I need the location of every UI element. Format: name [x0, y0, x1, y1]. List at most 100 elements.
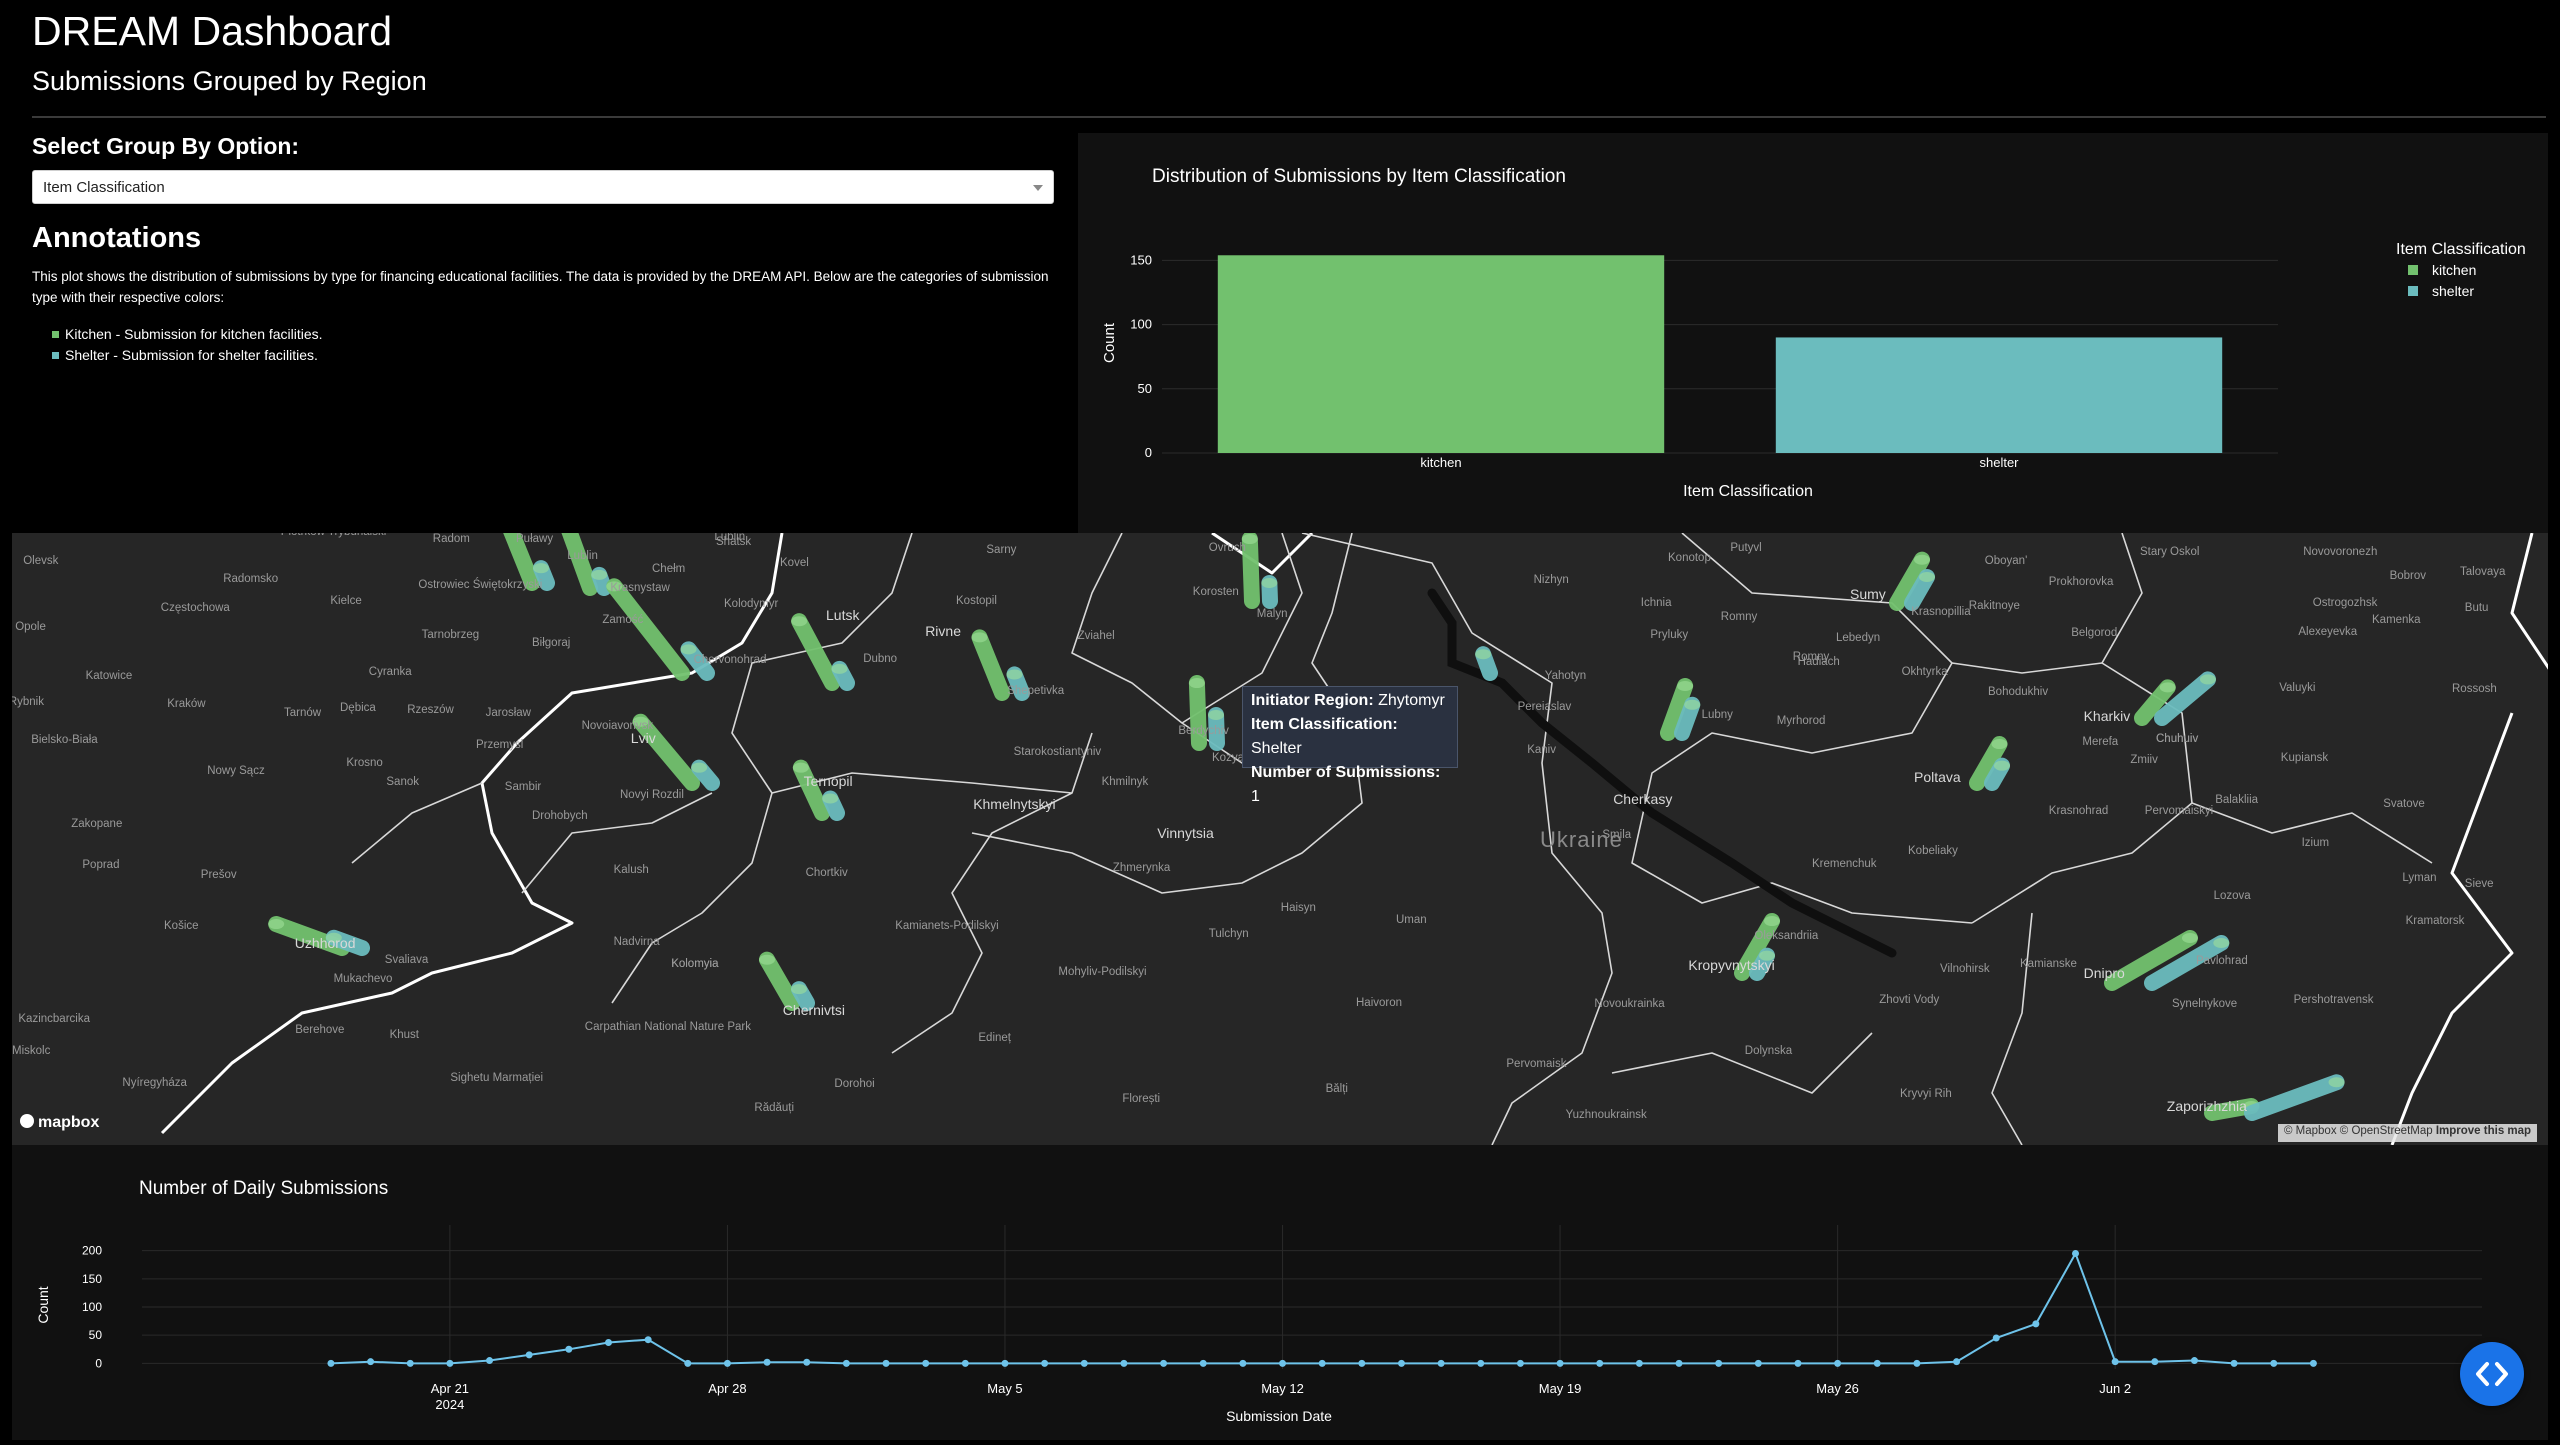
line-point[interactable]: [1080, 1359, 1088, 1367]
line-point[interactable]: [1992, 1334, 2000, 1342]
map-place-label: Novoukrainka: [1594, 998, 1665, 1011]
map-place-label: Biłgoraj: [532, 636, 571, 649]
map-place-label: Kazincbarcika: [18, 1012, 90, 1025]
line-point[interactable]: [604, 1339, 612, 1347]
shelter-column-cap: [822, 793, 839, 804]
line-point[interactable]: [1556, 1359, 1564, 1367]
map-place-label: Yahotyn: [1544, 670, 1587, 683]
line-point[interactable]: [1873, 1359, 1881, 1367]
map-place-label: Lebedyn: [1836, 632, 1881, 644]
line-point[interactable]: [1635, 1359, 1643, 1367]
map-place-label: Nadvirna: [613, 936, 660, 948]
map-place-label: Svaliava: [384, 953, 429, 966]
line-point[interactable]: [842, 1359, 850, 1367]
map-place-label: Yuzhnoukrainsk: [1565, 1108, 1647, 1121]
line-point[interactable]: [2190, 1357, 2198, 1365]
line-point[interactable]: [1318, 1359, 1326, 1367]
line-point[interactable]: [1953, 1358, 1961, 1366]
map-city-label: Chernivtsi: [782, 1002, 846, 1019]
kitchen-column[interactable]: [1241, 533, 1260, 609]
map-place-label: Zmiiv: [2130, 753, 2158, 766]
line-point[interactable]: [1477, 1359, 1485, 1367]
line-point[interactable]: [446, 1359, 454, 1367]
line-point[interactable]: [1675, 1359, 1683, 1367]
line-point[interactable]: [684, 1359, 692, 1367]
line-point[interactable]: [1913, 1359, 1921, 1367]
map-place-label: Florești: [1122, 1092, 1161, 1105]
line-point[interactable]: [1834, 1359, 1842, 1367]
line-point[interactable]: [406, 1359, 414, 1367]
map-canvas[interactable]: [12, 533, 2548, 1145]
line-point[interactable]: [2111, 1358, 2119, 1366]
line-point[interactable]: [1120, 1359, 1128, 1367]
attribution-text[interactable]: © Mapbox © OpenStreetMap: [2284, 1125, 2433, 1137]
line-point[interactable]: [882, 1359, 890, 1367]
line-point[interactable]: [486, 1357, 494, 1365]
map-place-label: Kramatorsk: [2405, 915, 2465, 928]
map-place-label: Merefa: [2082, 736, 2119, 748]
line-point[interactable]: [1239, 1359, 1247, 1367]
line-point[interactable]: [2309, 1359, 2317, 1367]
line-point[interactable]: [1596, 1359, 1604, 1367]
map-place-label: Dolynska: [1744, 1044, 1793, 1057]
line-point[interactable]: [1358, 1359, 1366, 1367]
bar-kitchen[interactable]: [1217, 255, 1665, 453]
line-point[interactable]: [1437, 1359, 1445, 1367]
legend-label-kitchen[interactable]: kitchen: [2432, 262, 2476, 278]
map-city-label: Sumy: [1850, 586, 1886, 603]
legend-swatch-kitchen[interactable]: [2408, 265, 2418, 275]
map-place-label: Kielce: [330, 595, 362, 608]
line-point[interactable]: [1715, 1359, 1723, 1367]
annotation-item-kitchen: Kitchen - Submission for kitchen facilit…: [52, 324, 323, 345]
map-place-label: Butu: [2464, 601, 2489, 614]
line-point[interactable]: [2230, 1359, 2238, 1367]
line-point[interactable]: [1041, 1359, 1049, 1367]
shelter-column-cap: [831, 663, 848, 674]
line-point[interactable]: [1279, 1359, 1287, 1367]
kitchen-column-cap: [1764, 916, 1780, 927]
line-point[interactable]: [2032, 1320, 2040, 1328]
line-point[interactable]: [1754, 1359, 1762, 1367]
line-point[interactable]: [2270, 1359, 2278, 1367]
map-place-label: Sambir: [504, 780, 542, 793]
map-place-label: Khust: [389, 1028, 420, 1041]
map-city-label: Poltava: [1914, 768, 1961, 785]
line-point[interactable]: [525, 1351, 533, 1359]
group-by-dropdown[interactable]: Item Classification: [32, 170, 1054, 204]
map-place-label: Pryluky: [1650, 628, 1689, 641]
line-point[interactable]: [1199, 1359, 1207, 1367]
line-point[interactable]: [565, 1345, 573, 1353]
line-point[interactable]: [961, 1359, 969, 1367]
line-point[interactable]: [922, 1359, 930, 1367]
mapbox-logo[interactable]: mapbox: [20, 1113, 99, 1132]
map-place-label: Bielsko-Biała: [31, 734, 98, 747]
line-point[interactable]: [803, 1358, 811, 1366]
map-place-label: Ostrowiec Świętokrzyski: [418, 579, 543, 592]
line-point[interactable]: [2072, 1249, 2080, 1257]
line-point[interactable]: [1160, 1359, 1168, 1367]
map-place-label: Prešov: [200, 868, 237, 881]
line-point[interactable]: [644, 1336, 652, 1344]
line-point[interactable]: [1794, 1359, 1802, 1367]
line-point[interactable]: [2151, 1358, 2159, 1366]
bar-shelter[interactable]: [1775, 337, 2223, 453]
daily-submissions-line[interactable]: [330, 1251, 2314, 1365]
code-toggle-button[interactable]: [2460, 1342, 2524, 1406]
map-place-label: Novyi Rozdil: [620, 788, 684, 801]
line-point[interactable]: [367, 1358, 375, 1366]
legend-swatch-shelter[interactable]: [2408, 286, 2418, 296]
line-point[interactable]: [327, 1359, 335, 1367]
bar-chart[interactable]: Distribution of Submissions by Item Clas…: [1078, 133, 2548, 533]
improve-map-link[interactable]: Improve this map: [2436, 1125, 2531, 1137]
line-point[interactable]: [1516, 1359, 1524, 1367]
map-place-label: Kraków: [167, 697, 206, 710]
line-point[interactable]: [1397, 1359, 1405, 1367]
legend-label-shelter[interactable]: shelter: [2432, 283, 2474, 299]
region-map[interactable]: Piotrków Trybunalski Radom Puławy Lublin Che…: [12, 533, 2548, 1145]
line-point[interactable]: [763, 1358, 771, 1366]
bar-legend[interactable]: Item Classification kitchen shelter: [2396, 241, 2526, 299]
line-point[interactable]: [723, 1359, 731, 1367]
chevron-down-icon[interactable]: [1033, 185, 1043, 191]
line-point[interactable]: [1001, 1359, 1009, 1367]
daily-submissions-chart[interactable]: Number of Daily Submissions 0 50 100 150 200…: [12, 1145, 2548, 1440]
